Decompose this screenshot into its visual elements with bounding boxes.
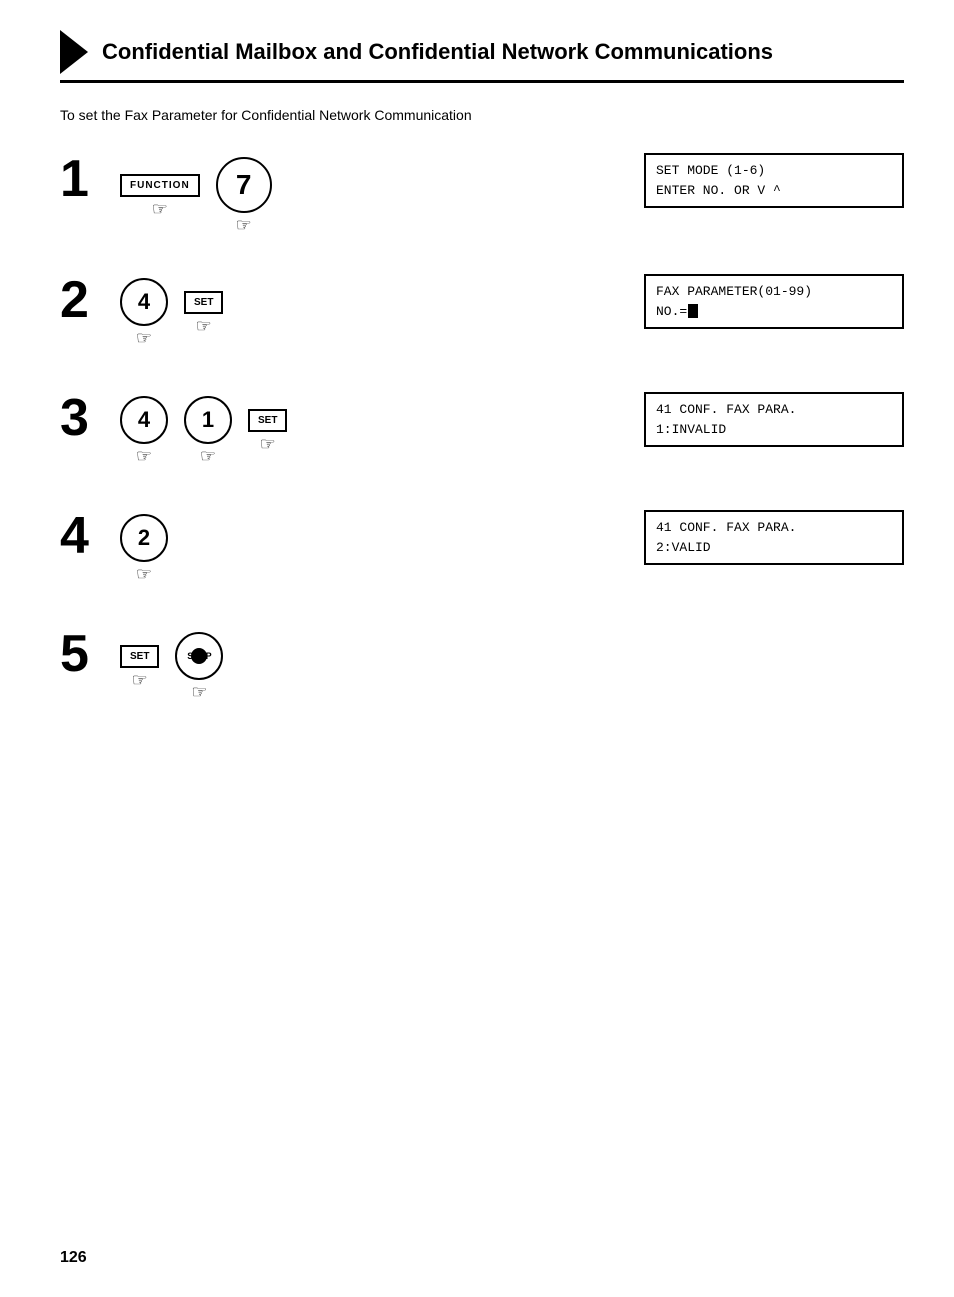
set-label-s5: SET (130, 651, 149, 662)
lcd-display-4: 41 CONF. FAX PARA. 2:VALID (644, 510, 904, 565)
header-section: Confidential Mailbox and Confidential Ne… (60, 30, 904, 83)
lcd-line-2-1: FAX PARAMETER(01-99) (656, 282, 892, 302)
set-button-s2[interactable]: SET (184, 291, 223, 314)
lcd-display-2: FAX PARAMETER(01-99) NO.= (644, 274, 904, 329)
key7-button[interactable]: 7 (216, 157, 272, 213)
key1-button-group-s3: 1 ☞ (184, 396, 232, 467)
step-2-display: FAX PARAMETER(01-99) NO.= (644, 274, 904, 329)
lcd-display-1: SET MODE (1-6) ENTER NO. OR V ^ (644, 153, 904, 208)
header-arrow-icon (60, 30, 88, 74)
key7-button-group: 7 ☞ (216, 157, 272, 236)
finger-icon-s2-2: ☞ (196, 316, 212, 337)
key1-button-s3[interactable]: 1 (184, 396, 232, 444)
finger-icon-s4-1: ☞ (136, 564, 152, 585)
key1-label-s3: 1 (202, 407, 214, 433)
stop-button-s5[interactable]: STOP (175, 632, 223, 680)
key4-button-group-s2: 4 ☞ (120, 278, 168, 349)
header-title: Confidential Mailbox and Confidential Ne… (102, 39, 773, 65)
key2-button-group-s4: 2 ☞ (120, 514, 168, 585)
page-number: 126 (60, 1249, 87, 1267)
key7-label: 7 (236, 169, 252, 201)
lcd-line-3-1: 41 CONF. FAX PARA. (656, 400, 892, 420)
function-button-label: FUNCTION (130, 180, 190, 191)
step-5-number: 5 (60, 628, 120, 680)
lcd-line-1-1: SET MODE (1-6) (656, 161, 892, 181)
finger-icon-s5-2: ☞ (191, 682, 207, 703)
set-label-s2: SET (194, 297, 213, 308)
lcd-line-4-1: 41 CONF. FAX PARA. (656, 518, 892, 538)
key4-label-s2: 4 (138, 289, 150, 315)
finger-icon-s3-1: ☞ (136, 446, 152, 467)
finger-icon-s2-1: ☞ (136, 328, 152, 349)
lcd-line-2-2: NO.= (656, 302, 892, 322)
step-1-number: 1 (60, 153, 120, 205)
step-3-row: 3 4 ☞ 1 ☞ SET ☞ (60, 392, 904, 472)
step-1-actions: FUNCTION ☞ 7 ☞ (120, 153, 604, 236)
cursor-block (688, 304, 698, 318)
step-1-display: SET MODE (1-6) ENTER NO. OR V ^ (644, 153, 904, 208)
step-1-row: 1 FUNCTION ☞ 7 ☞ SET MODE (1-6) ENTER NO… (60, 153, 904, 236)
function-button[interactable]: FUNCTION (120, 174, 200, 197)
page-container: Confidential Mailbox and Confidential Ne… (0, 0, 954, 1297)
step-2-actions: 4 ☞ SET ☞ (120, 274, 604, 349)
finger-icon-s3-3: ☞ (260, 434, 276, 455)
set-button-group-s5: SET ☞ (120, 645, 159, 691)
key2-button-s4[interactable]: 2 (120, 514, 168, 562)
step-3-display: 41 CONF. FAX PARA. 1:INVALID (644, 392, 904, 447)
function-button-group: FUNCTION ☞ (120, 174, 200, 220)
lcd-display-3: 41 CONF. FAX PARA. 1:INVALID (644, 392, 904, 447)
lcd-line-1-2: ENTER NO. OR V ^ (656, 181, 892, 201)
step-3-number: 3 (60, 392, 120, 444)
step-5-actions: SET ☞ STOP ☞ (120, 628, 904, 703)
set-button-group-s2: SET ☞ (184, 291, 223, 337)
finger-icon-s3-2: ☞ (200, 446, 216, 467)
finger-icon-2: ☞ (236, 215, 252, 236)
step-2-number: 2 (60, 274, 120, 326)
lcd-line-3-2: 1:INVALID (656, 420, 892, 440)
stop-label: STOP (187, 651, 211, 661)
intro-text: To set the Fax Parameter for Confidentia… (60, 107, 904, 123)
set-button-s3[interactable]: SET (248, 409, 287, 432)
set-label-s3: SET (258, 415, 277, 426)
step-5-row: 5 SET ☞ STOP ☞ (60, 628, 904, 708)
key4-button-s2[interactable]: 4 (120, 278, 168, 326)
finger-icon-s5-1: ☞ (132, 670, 148, 691)
step-3-actions: 4 ☞ 1 ☞ SET ☞ (120, 392, 604, 467)
stop-button-group-s5: STOP ☞ (175, 632, 223, 703)
lcd-line-4-2: 2:VALID (656, 538, 892, 558)
set-button-group-s3: SET ☞ (248, 409, 287, 455)
key4-button-s3[interactable]: 4 (120, 396, 168, 444)
finger-icon-1: ☞ (152, 199, 168, 220)
step-4-row: 4 2 ☞ 41 CONF. FAX PARA. 2:VALID (60, 510, 904, 590)
key4-button-group-s3: 4 ☞ (120, 396, 168, 467)
step-4-display: 41 CONF. FAX PARA. 2:VALID (644, 510, 904, 565)
key2-label-s4: 2 (138, 525, 150, 551)
step-2-row: 2 4 ☞ SET ☞ FAX PARAMETER(01-99) NO.= (60, 274, 904, 354)
key4-label-s3: 4 (138, 407, 150, 433)
step-4-actions: 2 ☞ (120, 510, 604, 585)
step-4-number: 4 (60, 510, 120, 562)
set-button-s5[interactable]: SET (120, 645, 159, 668)
